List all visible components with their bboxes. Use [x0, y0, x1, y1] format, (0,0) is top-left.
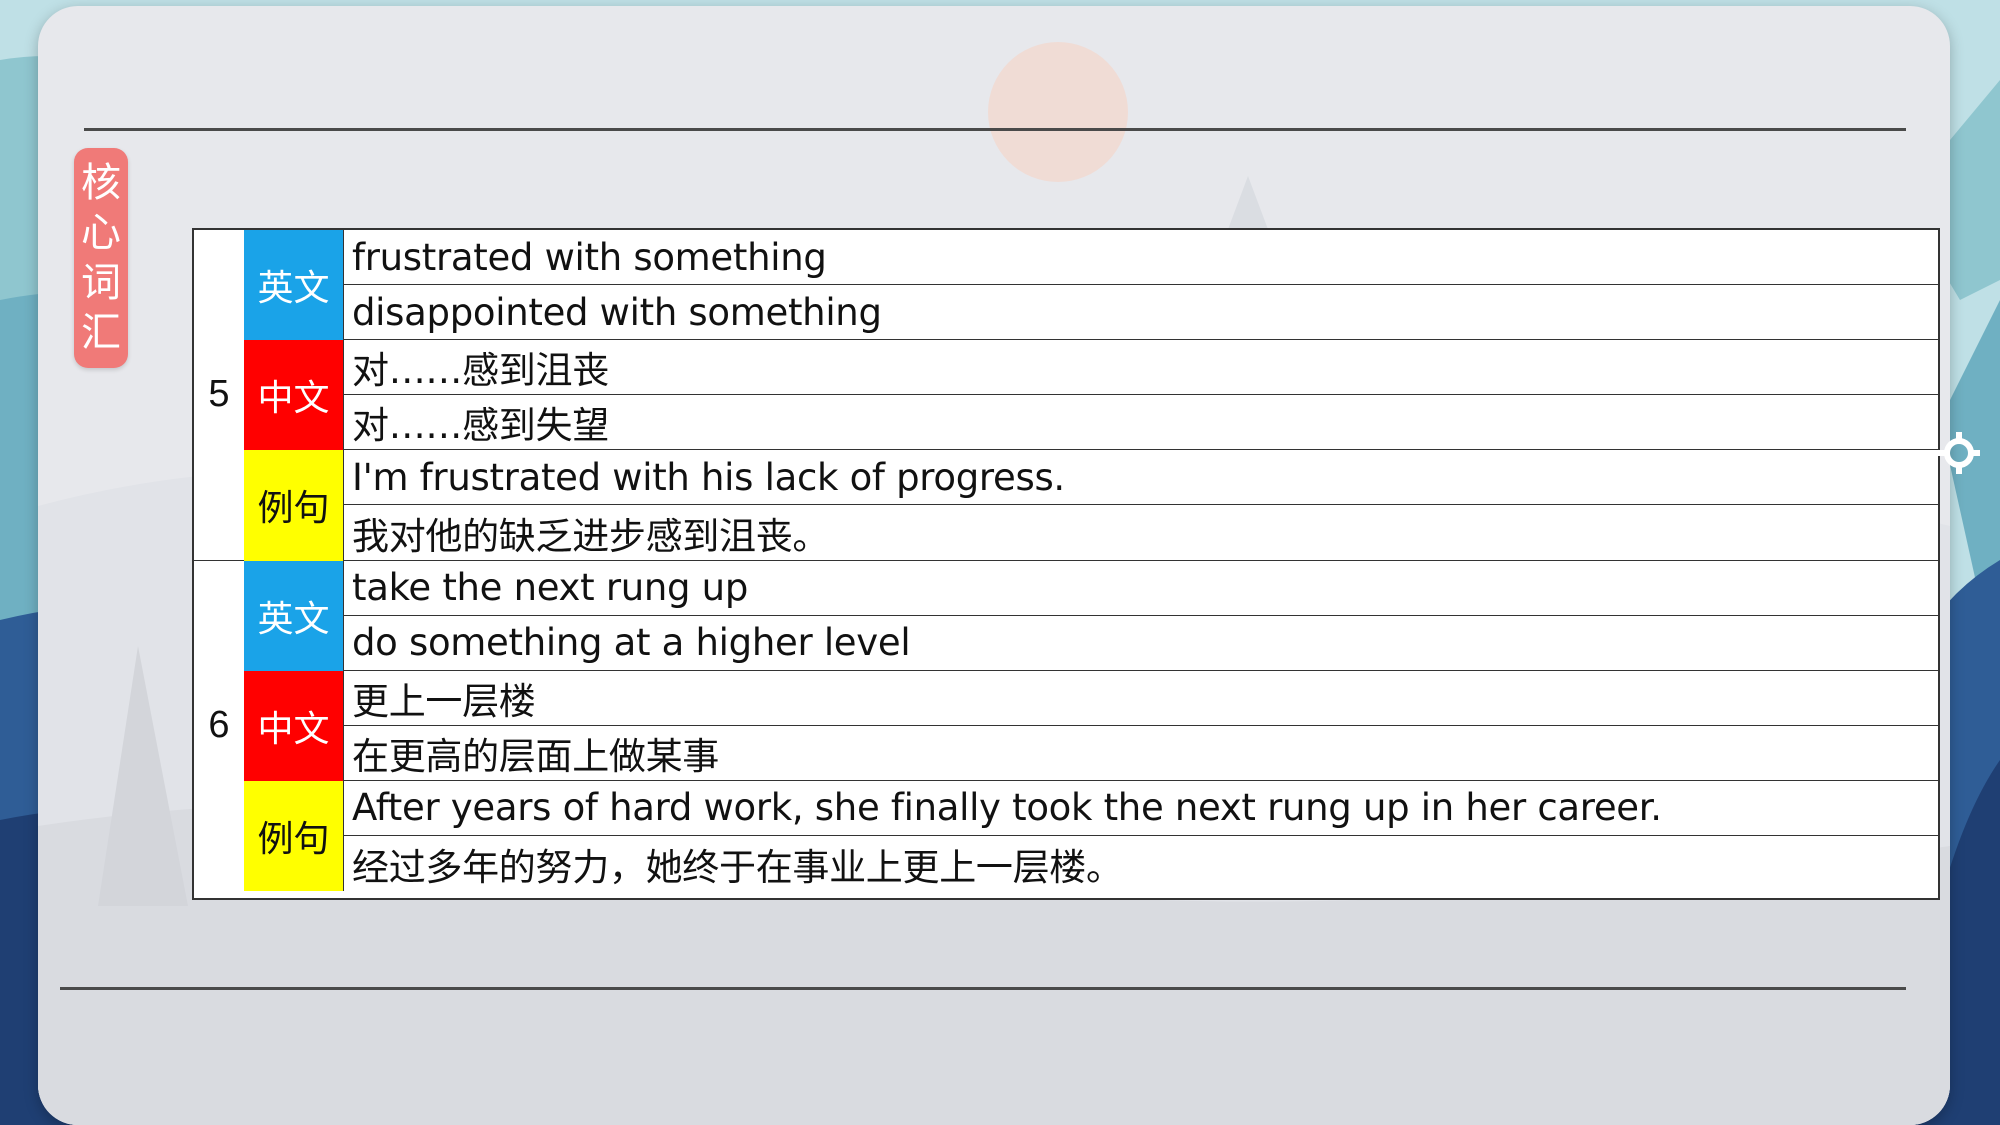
english-label: 英文	[244, 560, 344, 671]
english-phrase: take the next rung up	[344, 561, 1938, 616]
entry-number: 5	[194, 230, 244, 561]
top-divider	[84, 128, 1906, 131]
chinese-meaning: 更上一层楼	[344, 671, 1938, 726]
example-label: 例句	[244, 780, 344, 892]
example-sentence: After years of hard work, she finally to…	[344, 781, 1938, 837]
chinese-meaning: 对……感到失望	[344, 395, 1938, 451]
chinese-label: 中文	[244, 670, 344, 781]
core-vocabulary-tag: 核 心 词 汇	[74, 148, 128, 368]
bottom-divider	[60, 987, 1906, 990]
example-translation: 我对他的缺乏进步感到沮丧。	[344, 505, 1938, 561]
example-translation: 经过多年的努力，她终于在事业上更上一层楼。	[352, 845, 1123, 889]
chinese-meaning: 在更高的层面上做某事	[344, 726, 1938, 781]
example-sentence: I'm frustrated with his lack of progress…	[344, 450, 1938, 506]
side-tag-char: 汇	[81, 310, 121, 356]
side-tag-char: 心	[81, 210, 121, 256]
side-tag-char: 核	[81, 160, 121, 206]
gear-icon	[1938, 432, 1980, 474]
english-phrase: do something at a higher level	[344, 616, 1938, 671]
slide-card: 核 心 词 汇 5 英文 frustrated with something d…	[38, 6, 1950, 1125]
entry-number: 6	[208, 704, 230, 747]
vocabulary-table: 5 英文 frustrated with something disappoin…	[192, 228, 1940, 900]
english-label: 英文	[244, 230, 344, 341]
chinese-label: 中文	[244, 340, 344, 451]
example-label: 例句	[244, 450, 344, 561]
side-tag-char: 词	[81, 260, 121, 306]
english-phrase: frustrated with something	[344, 230, 1938, 286]
english-phrase: disappointed with something	[344, 285, 1938, 341]
chinese-meaning: 对……感到沮丧	[344, 340, 1938, 396]
